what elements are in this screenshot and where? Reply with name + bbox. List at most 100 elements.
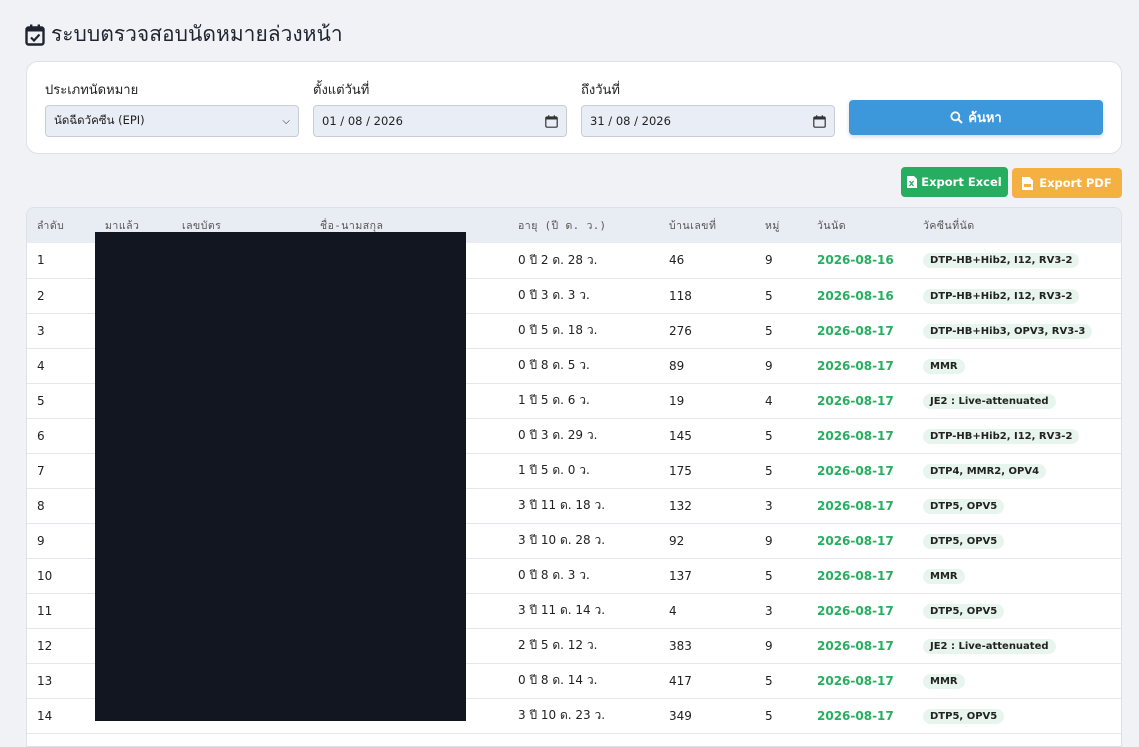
cell-age: 3 ปี 11 ด. 18 ว. bbox=[518, 498, 606, 512]
col-header-no[interactable]: ลำดับ bbox=[27, 208, 95, 243]
export-excel-label: Export Excel bbox=[921, 175, 1002, 189]
date-from-input[interactable]: 01 / 08 / 2026 bbox=[313, 105, 567, 137]
cell-moo: 3 bbox=[765, 498, 773, 513]
cell-moo: 5 bbox=[765, 568, 773, 583]
cell-no: 9 bbox=[37, 533, 45, 548]
vaccine-badge: MMR bbox=[923, 568, 965, 584]
search-button-label: ค้นหา bbox=[968, 111, 1002, 126]
cell-no: 2 bbox=[37, 288, 45, 303]
cell-house: 46 bbox=[669, 253, 685, 268]
cell-date: 2026-08-17 bbox=[817, 638, 894, 653]
appointment-type-field: ประเภทนัดหมาย นัดฉีดวัคซีน (EPI) ⌵ bbox=[45, 79, 299, 137]
cell-age: 1 ปี 5 ด. 0 ว. bbox=[518, 463, 590, 477]
calendar-icon[interactable] bbox=[545, 114, 558, 128]
cell-age: 0 ปี 8 ด. 14 ว. bbox=[518, 673, 598, 687]
vaccine-badge: DTP-HB+Hib3, OPV3, RV3-3 bbox=[923, 323, 1093, 339]
appointment-type-label: ประเภทนัดหมาย bbox=[45, 83, 139, 98]
cell-house: 4 bbox=[669, 603, 677, 618]
cell-house: 89 bbox=[669, 358, 685, 373]
calendar-check-icon bbox=[25, 24, 45, 46]
search-icon bbox=[950, 111, 963, 124]
cell-moo: 9 bbox=[765, 358, 773, 373]
cell-vaccine: DTP-HB+Hib2, I12, RV3-2 bbox=[913, 243, 1121, 278]
cell-moo: 4 bbox=[765, 393, 773, 408]
col-header-moo[interactable]: หมู่ bbox=[755, 208, 807, 243]
cell-vaccine: DTP-HB+Hib2, I12, RV3-2 bbox=[913, 418, 1121, 453]
col-header-age[interactable]: อายุ (ปี ด. ว.) bbox=[508, 208, 659, 243]
cell-date: 2026-08-17 bbox=[817, 533, 894, 548]
cell-no: 12 bbox=[37, 638, 53, 653]
cell-age: 0 ปี 3 ด. 3 ว. bbox=[518, 288, 590, 302]
date-from-label: ตั้งแต่วันที่ bbox=[313, 83, 370, 98]
cell-no: 5 bbox=[37, 393, 45, 408]
cell-vaccine: DTP4, MMR2, OPV4 bbox=[913, 453, 1121, 488]
cell-moo: 5 bbox=[765, 428, 773, 443]
cell-house: 137 bbox=[669, 568, 692, 583]
appointment-type-select[interactable]: นัดฉีดวัคซีน (EPI) ⌵ bbox=[45, 105, 299, 137]
cell-moo: 5 bbox=[765, 673, 773, 688]
cell-date: 2026-08-17 bbox=[817, 708, 894, 723]
cell-vaccine: JE2 : Live-attenuated bbox=[913, 383, 1121, 418]
vaccine-badge: DTP5, OPV5 bbox=[923, 708, 1005, 724]
cell-moo: 5 bbox=[765, 323, 773, 338]
export-pdf-button[interactable]: Export PDF bbox=[1012, 168, 1122, 198]
redaction-block bbox=[95, 232, 466, 721]
calendar-icon[interactable] bbox=[813, 114, 826, 128]
cell-house: 349 bbox=[669, 708, 692, 723]
cell-house: 92 bbox=[669, 533, 685, 548]
cell-no: 6 bbox=[37, 428, 45, 443]
cell-moo: 5 bbox=[765, 463, 773, 478]
cell-vaccine: JE2 : Live-attenuated bbox=[913, 628, 1121, 663]
cell-vaccine: DTP-HB+Hib3, OPV3, RV3-3 bbox=[913, 313, 1121, 348]
cell-house: 175 bbox=[669, 463, 692, 478]
col-header-vaccine[interactable]: วัคซีนที่นัด bbox=[913, 208, 1121, 243]
cell-moo: 5 bbox=[765, 708, 773, 723]
cell-no: 14 bbox=[37, 708, 53, 723]
cell-house: 383 bbox=[669, 638, 692, 653]
cell-date: 2026-08-17 bbox=[817, 568, 894, 583]
export-excel-button[interactable]: Export Excel bbox=[901, 167, 1008, 197]
cell-date: 2026-08-17 bbox=[817, 428, 894, 443]
vaccine-badge: JE2 : Live-attenuated bbox=[923, 638, 1056, 654]
pdf-file-icon bbox=[1022, 176, 1034, 190]
vaccine-badge: DTP5, OPV5 bbox=[923, 498, 1005, 514]
cell-house: 19 bbox=[669, 393, 685, 408]
vaccine-badge: JE2 : Live-attenuated bbox=[923, 393, 1056, 409]
cell-no: 13 bbox=[37, 673, 53, 688]
col-header-date[interactable]: วันนัด bbox=[807, 208, 913, 243]
cell-age: 1 ปี 5 ด. 6 ว. bbox=[518, 393, 590, 407]
filter-panel: ประเภทนัดหมาย นัดฉีดวัคซีน (EPI) ⌵ ตั้งแ… bbox=[26, 61, 1122, 154]
cell-date: 2026-08-17 bbox=[817, 498, 894, 513]
cell-age: 3 ปี 10 ด. 23 ว. bbox=[518, 708, 606, 722]
date-to-input[interactable]: 31 / 08 / 2026 bbox=[581, 105, 835, 137]
vaccine-badge: DTP-HB+Hib2, I12, RV3-2 bbox=[923, 253, 1080, 269]
cell-no: 10 bbox=[37, 568, 53, 583]
cell-no: 4 bbox=[37, 358, 45, 373]
cell-house: 118 bbox=[669, 288, 692, 303]
vaccine-badge: MMR bbox=[923, 358, 965, 374]
cell-date: 2026-08-16 bbox=[817, 288, 894, 303]
cell-date: 2026-08-17 bbox=[817, 393, 894, 408]
cell-no: 3 bbox=[37, 323, 45, 338]
cell-moo: 9 bbox=[765, 638, 773, 653]
cell-vaccine: MMR bbox=[913, 348, 1121, 383]
cell-age: 0 ปี 8 ด. 5 ว. bbox=[518, 358, 590, 372]
cell-date: 2026-08-17 bbox=[817, 323, 894, 338]
col-header-house[interactable]: บ้านเลขที่ bbox=[659, 208, 755, 243]
date-from-field: ตั้งแต่วันที่ 01 / 08 / 2026 bbox=[313, 79, 567, 137]
cell-no: 1 bbox=[37, 253, 45, 268]
cell-moo: 9 bbox=[765, 253, 773, 268]
cell-house: 145 bbox=[669, 428, 692, 443]
cell-moo: 5 bbox=[765, 288, 773, 303]
cell-no: 11 bbox=[37, 603, 53, 618]
cell-vaccine: DTP5, OPV5 bbox=[913, 593, 1121, 628]
cell-vaccine: MMR bbox=[913, 558, 1121, 593]
excel-file-icon bbox=[907, 176, 918, 188]
chevron-down-icon: ⌵ bbox=[282, 115, 290, 127]
search-button[interactable]: ค้นหา bbox=[849, 100, 1103, 135]
cell-age: 2 ปี 5 ด. 12 ว. bbox=[518, 638, 598, 652]
date-to-field: ถึงวันที่ 31 / 08 / 2026 bbox=[581, 79, 835, 137]
vaccine-badge: DTP-HB+Hib2, I12, RV3-2 bbox=[923, 288, 1080, 304]
appointment-type-value: นัดฉีดวัคซีน (EPI) bbox=[54, 113, 145, 127]
vaccine-badge: MMR bbox=[923, 673, 965, 689]
